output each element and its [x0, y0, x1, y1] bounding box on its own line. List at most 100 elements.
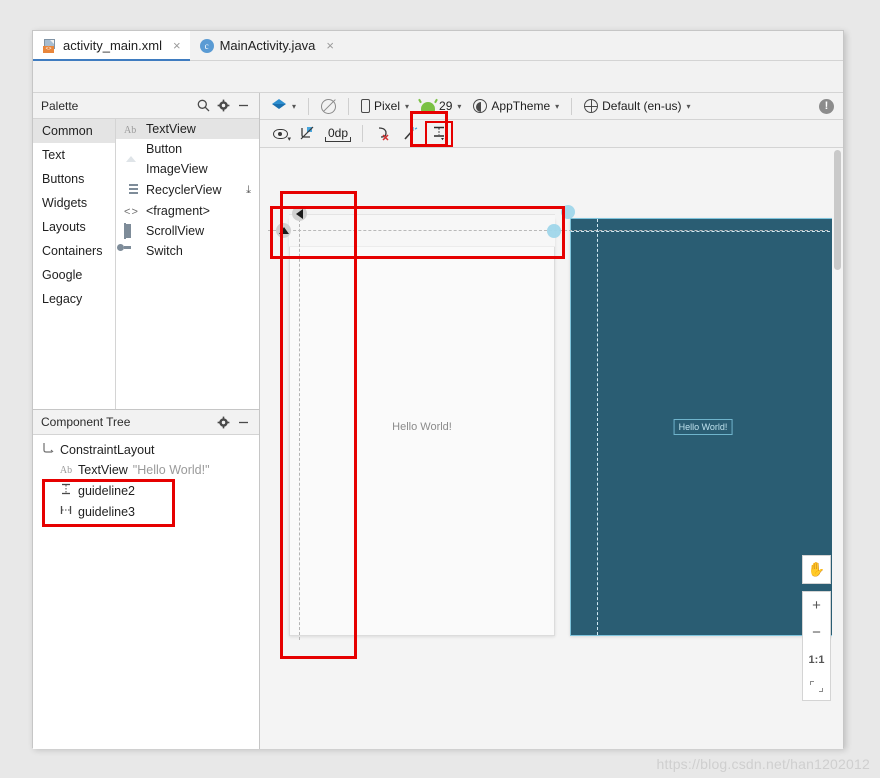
gear-icon[interactable]	[213, 96, 233, 116]
design-canvas[interactable]: Hello World! Hello World! ✋ + − 1:1	[260, 148, 843, 749]
component-tree-body: ConstraintLayout Ab TextView "Hello Worl…	[33, 435, 259, 749]
blueprint-horizontal-guideline[interactable]	[571, 231, 835, 232]
horizontal-guideline-icon	[59, 483, 73, 498]
category-label: Google	[42, 268, 83, 282]
blueprint-vertical-guideline[interactable]	[597, 219, 598, 635]
view-options-icon[interactable]: ▾	[268, 123, 292, 145]
textview-icon: Ab	[59, 464, 73, 476]
theme-selector[interactable]: AppTheme ▾	[468, 95, 564, 117]
tree-node-label: TextView	[78, 463, 128, 477]
tab-label: activity_main.xml	[63, 38, 162, 53]
pan-group: ✋	[802, 555, 831, 584]
watermark-text: https://blog.csdn.net/han1202012	[656, 756, 870, 772]
api-selector[interactable]: 29 ▾	[416, 95, 466, 117]
palette-item-label: Switch	[146, 244, 183, 258]
device-preview-render[interactable]: Hello World!	[289, 218, 555, 636]
minimize-icon-svg	[238, 421, 248, 423]
infer-constraints-icon-svg	[404, 127, 418, 140]
tab-close-icon[interactable]: ×	[326, 39, 334, 52]
tree-node-guideline3[interactable]: guideline3	[33, 501, 259, 522]
palette-category-list: Common Text Buttons Widgets Layouts Cont…	[33, 119, 116, 409]
minimize-icon-svg	[238, 104, 248, 107]
palette-category-google[interactable]: Google	[33, 263, 115, 287]
horizontal-guideline-handle[interactable]	[276, 223, 291, 238]
clear-all-constraints-icon[interactable]	[371, 123, 395, 145]
toolbar-separator	[308, 97, 310, 115]
category-label: Containers	[42, 244, 103, 258]
scrollview-icon	[124, 223, 139, 239]
download-icon[interactable]: ⤓	[246, 184, 251, 197]
tree-node-textview[interactable]: Ab TextView "Hello World!"	[33, 460, 259, 480]
palette-category-containers[interactable]: Containers	[33, 239, 115, 263]
fit-to-screen-icon	[810, 681, 823, 692]
gear-icon[interactable]	[213, 412, 233, 432]
component-tree-title: Component Tree	[41, 415, 131, 429]
palette-item-list: Ab TextView Button ImageView RecyclerVie…	[116, 119, 259, 409]
blueprint-vertical-guideline-handle[interactable]	[561, 205, 575, 219]
locale-selector[interactable]: Default (en-us) ▾	[579, 95, 695, 117]
gear-icon-svg	[217, 416, 229, 428]
default-margin-value: 0dp	[328, 126, 349, 140]
tab-close-icon[interactable]: ×	[173, 39, 181, 52]
zoom-group: + − 1:1	[802, 591, 831, 701]
guidelines-menu-icon-svg	[434, 126, 445, 141]
component-tree-panel: ConstraintLayout Ab TextView "Hello Worl…	[33, 435, 259, 749]
palette-item-recyclerview[interactable]: RecyclerView ⤓	[116, 179, 259, 201]
android-icon	[421, 102, 436, 112]
palette-category-text[interactable]: Text	[33, 143, 115, 167]
scrollbar-thumb[interactable]	[834, 150, 841, 270]
palette-category-widgets[interactable]: Widgets	[33, 191, 115, 215]
tree-node-guideline2[interactable]: guideline2	[33, 480, 259, 501]
palette-header: Palette	[33, 93, 259, 119]
pan-hand-icon[interactable]: ✋	[803, 556, 830, 583]
palette-item-label: Button	[146, 142, 183, 156]
clear-all-constraints-icon-svg	[379, 127, 389, 141]
palette-panel: Common Text Buttons Widgets Layouts Cont…	[33, 119, 259, 409]
breadcrumb-bar	[33, 61, 843, 93]
render-vertical-guideline[interactable]	[299, 214, 300, 640]
clear-constraints-icon[interactable]	[295, 123, 319, 145]
toolbar-separator	[348, 97, 350, 115]
minimize-icon[interactable]	[233, 412, 253, 432]
switch-icon	[124, 244, 139, 258]
button-icon	[124, 142, 139, 156]
design-mode-button[interactable]: ▾	[266, 95, 301, 117]
actual-size-button[interactable]: 1:1	[803, 646, 830, 673]
fragment-icon: < >	[124, 206, 138, 218]
guidelines-menu-icon[interactable]	[425, 120, 454, 147]
search-icon[interactable]	[193, 96, 213, 116]
palette-category-common[interactable]: Common	[33, 119, 115, 143]
palette-item-scrollview[interactable]: ScrollView	[116, 221, 259, 241]
fit-to-screen-button[interactable]	[803, 673, 830, 700]
tree-node-constraintlayout[interactable]: ConstraintLayout	[33, 439, 259, 460]
zoom-out-button[interactable]: −	[803, 619, 830, 646]
palette-title: Palette	[41, 98, 79, 113]
blueprint-toggle-button[interactable]	[316, 95, 341, 117]
tab-activity-main-xml[interactable]: <> activity_main.xml ×	[33, 31, 190, 61]
palette-item-button[interactable]: Button	[116, 139, 259, 159]
palette-item-switch[interactable]: Switch	[116, 241, 259, 261]
palette-item-fragment[interactable]: < > <fragment>	[116, 201, 259, 221]
recyclerview-icon	[124, 184, 139, 198]
tab-label: MainActivity.java	[219, 38, 316, 53]
warning-icon[interactable]: !	[819, 98, 834, 114]
canvas-vertical-scrollbar[interactable]	[832, 148, 843, 749]
imageview-icon	[124, 162, 139, 176]
palette-category-buttons[interactable]: Buttons	[33, 167, 115, 191]
tab-mainactivity-java[interactable]: c MainActivity.java ×	[190, 31, 343, 60]
chevron-down-icon: ▾	[292, 101, 297, 111]
palette-item-textview[interactable]: Ab TextView	[116, 119, 259, 139]
constraint-toolbar: ▾ 0dp	[260, 111, 843, 148]
palette-item-imageview[interactable]: ImageView	[116, 159, 259, 179]
vertical-guideline-handle[interactable]	[292, 206, 307, 221]
zoom-in-button[interactable]: +	[803, 592, 830, 619]
palette-category-legacy[interactable]: Legacy	[33, 287, 115, 311]
default-margin-field[interactable]: 0dp	[325, 126, 352, 142]
blueprint-horizontal-guideline-handle[interactable]	[547, 224, 561, 238]
device-preview-blueprint[interactable]: Hello World!	[570, 218, 836, 636]
infer-constraints-icon[interactable]	[398, 123, 422, 145]
device-selector[interactable]: Pixel ▾	[356, 95, 414, 117]
minimize-icon[interactable]	[233, 96, 253, 116]
palette-category-layouts[interactable]: Layouts	[33, 215, 115, 239]
blueprint-hello-world-text: Hello World!	[673, 419, 733, 435]
